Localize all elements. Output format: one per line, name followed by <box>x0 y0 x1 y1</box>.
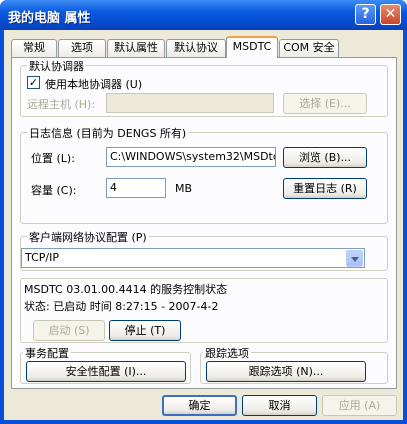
title-bar[interactable]: 我的电脑 属性 ? ✕ <box>0 0 407 30</box>
properties-window: 我的电脑 属性 ? ✕ 常规 选项 默认属性 默认协议 MSDTC COM 安全… <box>0 0 407 424</box>
apply-button[interactable]: 应用 (A) <box>322 395 397 416</box>
help-button[interactable]: ? <box>355 4 376 25</box>
close-button[interactable]: ✕ <box>380 4 401 25</box>
ok-button[interactable]: 确定 <box>162 395 237 416</box>
location-label: 位置 (L): <box>31 152 75 165</box>
capacity-label: 容量 (C): <box>31 184 77 197</box>
tracing-group: 跟踪选项 跟踪选项 (N)... <box>200 345 388 384</box>
remote-host-input[interactable] <box>106 93 274 113</box>
service-status-text: 状态: 已启动 时间 8:27:15 - 2007-4-2 <box>24 300 219 313</box>
browse-button[interactable]: 浏览 (B)... <box>283 147 367 168</box>
tracing-group-label: 跟踪选项 <box>203 345 251 361</box>
capacity-unit: MB <box>175 182 193 195</box>
window-title: 我的电脑 属性 <box>8 11 91 26</box>
dialog-client: 常规 选项 默认属性 默认协议 MSDTC COM 安全 默认协调器 ✓ 使用本… <box>4 30 403 420</box>
tab-msdtc[interactable]: MSDTC <box>226 36 278 58</box>
select-button[interactable]: 选择 (E)... <box>283 93 367 114</box>
tab-default-protocols[interactable]: 默认协议 <box>166 39 226 57</box>
client-protocol-value: TCP/IP <box>25 251 59 264</box>
use-local-label: 使用本地协调器 (U) <box>45 78 143 91</box>
msdtc-panel: 默认协调器 ✓ 使用本地协调器 (U) 远程主机 (H): 选择 (E)... … <box>11 57 397 389</box>
tab-default-properties[interactable]: 默认属性 <box>107 39 165 57</box>
service-group: MSDTC 03.01.00.4414 的服务控制状态 状态: 已启动 时间 8… <box>20 278 388 343</box>
remote-host-label: 远程主机 (H): <box>27 98 96 111</box>
tab-options[interactable]: 选项 <box>58 39 106 57</box>
stop-service-button[interactable]: 停止 (T) <box>109 320 181 341</box>
chevron-down-icon[interactable] <box>346 250 363 267</box>
log-group: 日志信息 (目前为 DENGS 所有) 位置 (L): C:\WINDOWS\s… <box>20 125 388 224</box>
log-group-label: 日志信息 (目前为 DENGS 所有) <box>27 125 189 141</box>
client-protocol-group: 客户端网络协议配置 (P) TCP/IP <box>20 229 388 271</box>
tab-general[interactable]: 常规 <box>11 39 57 57</box>
coordinator-group: 默认协调器 ✓ 使用本地协调器 (U) 远程主机 (H): 选择 (E)... <box>20 58 388 117</box>
transaction-group-label: 事务配置 <box>23 345 71 361</box>
capacity-input[interactable]: 4 <box>106 178 166 198</box>
client-protocol-group-label: 客户端网络协议配置 (P) <box>27 229 149 245</box>
tracing-options-button[interactable]: 跟踪选项 (N)... <box>206 361 366 382</box>
cancel-button[interactable]: 取消 <box>242 395 317 416</box>
reset-log-button[interactable]: 重置日志 (R) <box>283 178 367 199</box>
location-input[interactable]: C:\WINDOWS\system32\MSDtc <box>106 147 276 167</box>
client-protocol-select[interactable]: TCP/IP <box>21 248 365 268</box>
transaction-group: 事务配置 安全性配置 (I)... <box>20 345 191 384</box>
use-local-checkbox[interactable]: ✓ <box>27 76 40 89</box>
service-status-title: MSDTC 03.01.00.4414 的服务控制状态 <box>24 283 228 296</box>
start-service-button[interactable]: 启动 (S) <box>33 320 105 341</box>
coordinator-group-label: 默认协调器 <box>27 58 86 74</box>
tab-com-security[interactable]: COM 安全 <box>279 39 339 57</box>
security-config-button[interactable]: 安全性配置 (I)... <box>26 361 186 382</box>
